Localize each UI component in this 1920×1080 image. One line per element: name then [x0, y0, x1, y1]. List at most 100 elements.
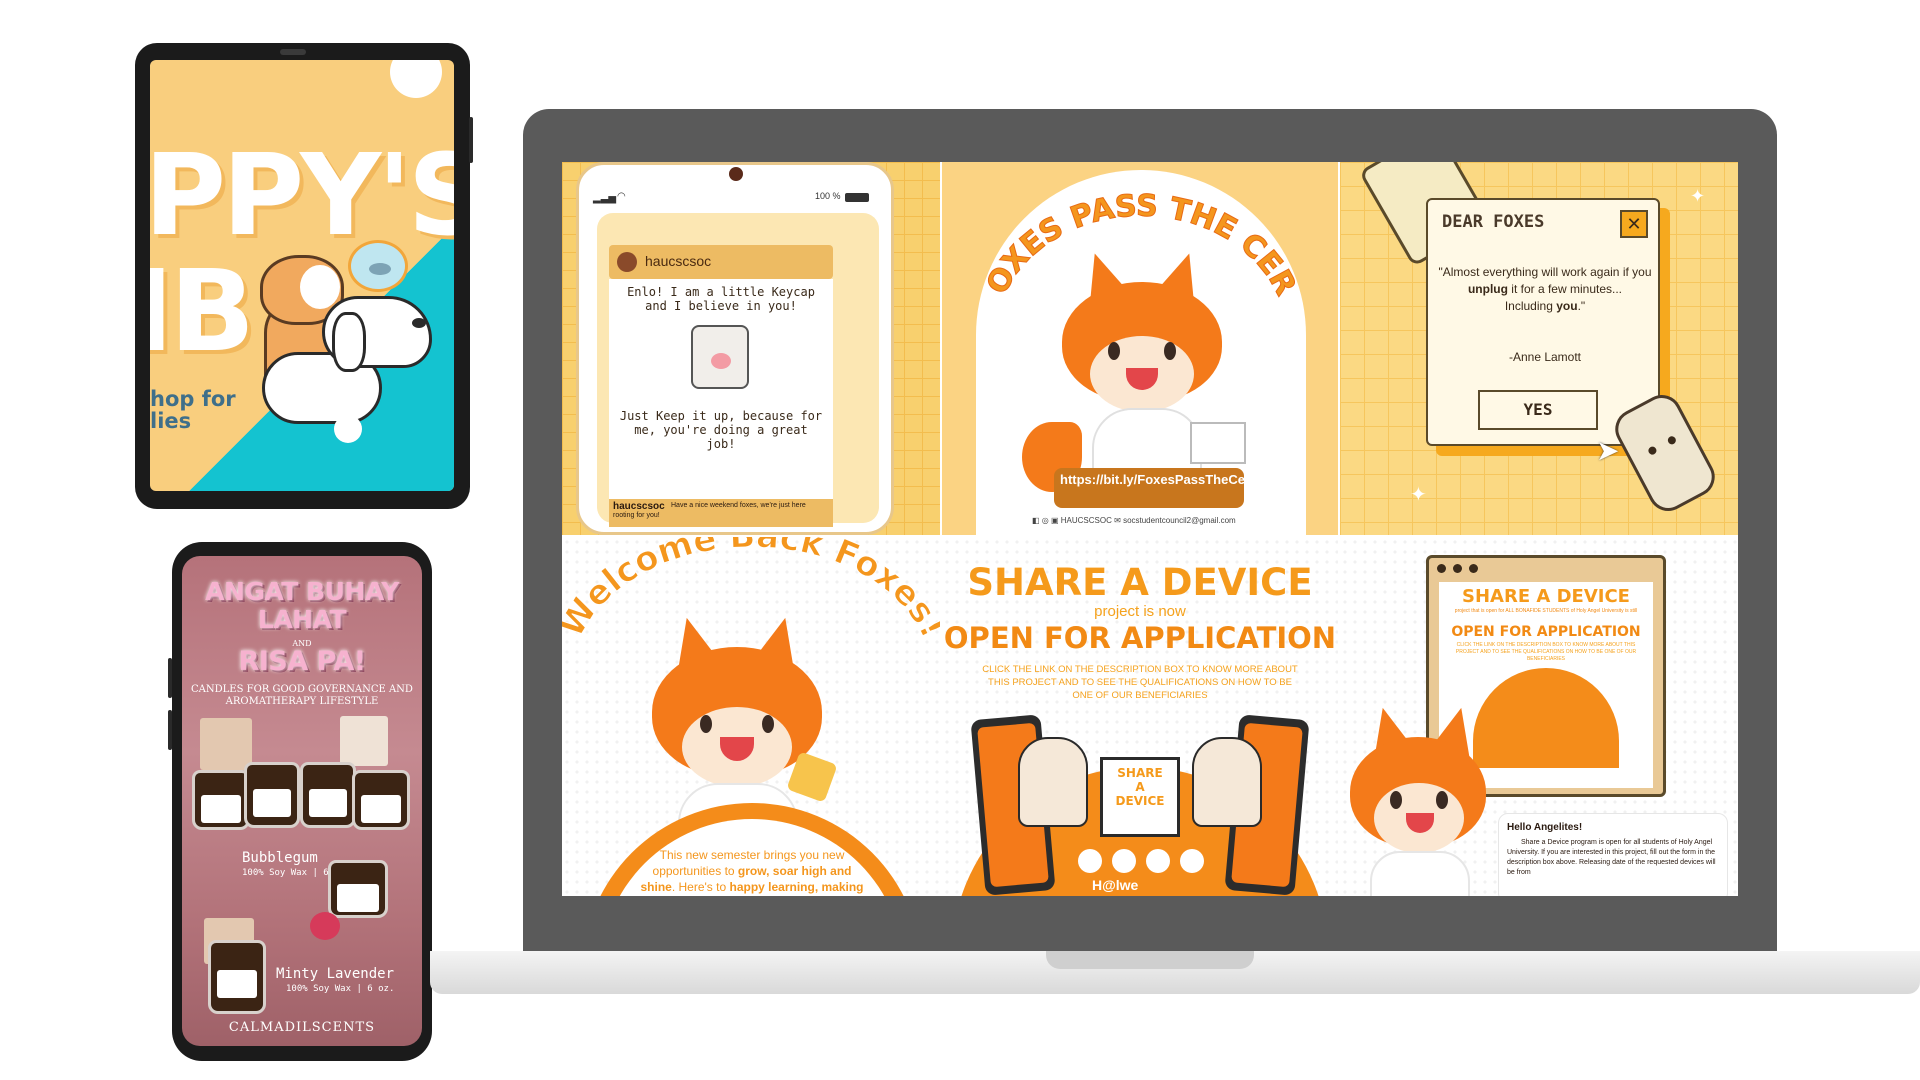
- keycap-illustration: [691, 325, 749, 389]
- battery-icon: [845, 193, 869, 202]
- fox-illustration: [1022, 232, 1246, 492]
- avatar: [617, 252, 637, 272]
- post-share-a-device-2[interactable]: SHARE A DEVICE project that is open for …: [1340, 537, 1738, 896]
- share2-line3: OPEN FOR APPLICATION: [1451, 624, 1641, 640]
- share-title-line3: OPEN FOR APPLICATION: [943, 621, 1337, 655]
- battery-text: 100 %: [815, 191, 841, 201]
- info-card-text: Share a Device program is open for all s…: [1507, 839, 1716, 876]
- laptop-screen: ▂▃▅ ◠ 100 % haucscsoc Enlo! I am a littl…: [562, 162, 1738, 896]
- share-body: CLICK THE LINK ON THE DESCRIPTION BOX TO…: [982, 664, 1298, 701]
- message2: Just Keep it up, because for me, you're …: [619, 409, 823, 451]
- candle-box: [200, 718, 252, 770]
- screen-line1: SHARE: [1117, 766, 1163, 780]
- poster-title-line2: IB: [150, 247, 255, 377]
- reply-bar: haucscsoc Have a nice weekend foxes, we'…: [609, 499, 833, 527]
- tablet-screen: PPY'S IB hop for lies: [150, 60, 454, 491]
- wifi-icon: ◠: [617, 191, 626, 202]
- tablet-camera: [280, 49, 306, 55]
- product2-name: Minty Lavender: [276, 966, 395, 982]
- chat-handle: haucscsoc: [645, 253, 712, 269]
- helwe-logo: H@lwe: [1092, 877, 1139, 893]
- screen-line2: A: [1135, 780, 1145, 794]
- tablet-device: PPY'S IB hop for lies: [135, 43, 473, 509]
- post-foxes-pass-the-cert[interactable]: FOXES PASS THE CERT https://bit.ly/Foxes…: [942, 162, 1338, 535]
- status-bar: ▂▃▅ ◠ 100 %: [593, 191, 879, 205]
- info-card: Hello Angelites! Share a Device program …: [1498, 813, 1728, 896]
- message1: Enlo! I am a little Keycap and I believe…: [627, 285, 815, 313]
- laptop-notch: [1046, 951, 1254, 969]
- info-card-title: Hello Angelites!: [1507, 822, 1583, 833]
- fishbowl-illustration: [348, 240, 408, 292]
- sparkle-icon: ✦: [1690, 186, 1706, 206]
- camera-dot: [729, 167, 743, 181]
- share-title-line1: SHARE A DEVICE: [967, 561, 1313, 604]
- candle-jar: [328, 860, 388, 918]
- dialog-title: DEAR FOXES: [1442, 212, 1545, 232]
- candle-jar: [192, 770, 250, 830]
- product1-name: Bubblegum: [242, 850, 318, 866]
- poster-title-line1: PPY'S: [150, 131, 454, 261]
- chat-bubble: Enlo! I am a little Keycap and I believe…: [609, 279, 833, 499]
- poster-subtitle-line2: lies: [150, 409, 192, 433]
- product2-detail: 100% Soy Wax | 6 oz.: [286, 984, 395, 994]
- cert-link-button[interactable]: https://bit.ly/FoxesPassTheCertForm: [1054, 468, 1287, 508]
- fox-illustration: [1344, 687, 1494, 896]
- phone-side-button: [168, 658, 172, 698]
- share2-small1: project that is open for ALL BONAFIDE ST…: [1454, 608, 1638, 614]
- dialog-quote: "Almost everything will work again if yo…: [1438, 265, 1652, 313]
- mail-icon: ✉: [1114, 516, 1124, 525]
- share-title-line2: project is now: [1094, 603, 1186, 620]
- org-logos: [1078, 849, 1208, 875]
- post-dear-foxes[interactable]: DEAR FOXES ✕ "Almost everything will wor…: [1340, 162, 1738, 535]
- post-welcome-back[interactable]: Welcome Back Foxes! This new semester br…: [562, 537, 940, 896]
- reply-text: Have a nice weekend foxes, we're just he…: [613, 502, 806, 519]
- close-icon[interactable]: ✕: [1620, 210, 1648, 238]
- post-share-a-device[interactable]: SHARE A DEVICE project is now OPEN FOR A…: [942, 537, 1338, 896]
- phone-screen: ANGAT BUHAY LAHAT AND RISA PA! CANDLES F…: [182, 556, 422, 1046]
- chat-panel: haucscsoc Enlo! I am a little Keycap and…: [597, 213, 879, 527]
- mini-illustration: [1473, 668, 1619, 768]
- screen-line3: DEVICE: [1115, 794, 1165, 808]
- tablet-side-button: [469, 117, 473, 163]
- cursor-icon: ➤: [1596, 435, 1620, 466]
- window-dot: [1437, 564, 1446, 573]
- person-left: [1018, 737, 1088, 827]
- candle-jar: [300, 762, 356, 828]
- candle-jar: [244, 762, 300, 828]
- footer-email: socstudentcouncil2@gmail.com: [1123, 516, 1236, 525]
- person-right: [1192, 737, 1262, 827]
- candle-jar: [352, 770, 410, 830]
- poster-subtitle-line1: hop for: [150, 387, 236, 411]
- tagline-line2: AROMATHERAPY LIFESTYLE: [225, 696, 379, 707]
- phone-frame: ▂▃▅ ◠ 100 % haucscsoc Enlo! I am a littl…: [576, 162, 894, 535]
- brand-logo: CALMADILSCENTS: [228, 1020, 376, 1035]
- rose-decor: [310, 912, 340, 940]
- white-dot-decor: [334, 415, 362, 443]
- post-keycap[interactable]: ▂▃▅ ◠ 100 % haucscsoc Enlo! I am a littl…: [562, 162, 940, 535]
- headline-line1: ANGAT BUHAY: [205, 577, 399, 606]
- welcome-body: This new semester brings you new opportu…: [640, 848, 864, 894]
- cert-footer: ◧ ◎ ▣ HAUCSCSOC ✉ socstudentcouncil2@gma…: [1032, 516, 1292, 525]
- candle-jar: [208, 940, 266, 1014]
- share2-small2: CLICK THE LINK ON THE DESCRIPTION BOX TO…: [1455, 642, 1637, 662]
- phone-side-button-2: [168, 710, 172, 750]
- share2-line1: SHARE A DEVICE: [1462, 586, 1630, 607]
- dialog-box: DEAR FOXES ✕ "Almost everything will wor…: [1426, 198, 1660, 446]
- headline-line2: LAHAT: [257, 605, 347, 634]
- yes-button[interactable]: YES: [1478, 390, 1598, 430]
- tagline-line1: CANDLES FOR GOOD GOVERNANCE AND: [191, 684, 413, 695]
- fox-illustration: [642, 607, 842, 843]
- signal-icon: ▂▃▅: [593, 193, 617, 204]
- window-dot: [1469, 564, 1478, 573]
- social-icons: ◧ ◎ ▣: [1032, 516, 1061, 525]
- footer-handle: HAUCSCSOC: [1060, 516, 1112, 525]
- phone-device: ANGAT BUHAY LAHAT AND RISA PA! CANDLES F…: [168, 542, 432, 1061]
- window-dot: [1453, 564, 1462, 573]
- dog-illustration: [262, 292, 452, 432]
- sparkle-icon: ✦: [1410, 484, 1427, 506]
- device-screen: SHARE A DEVICE: [1100, 757, 1180, 837]
- quote-author: -Anne Lamott: [1508, 350, 1582, 364]
- chat-header: haucscsoc: [609, 245, 833, 279]
- headline-line3: RISA PA!: [238, 646, 366, 677]
- candle-box: [340, 716, 388, 766]
